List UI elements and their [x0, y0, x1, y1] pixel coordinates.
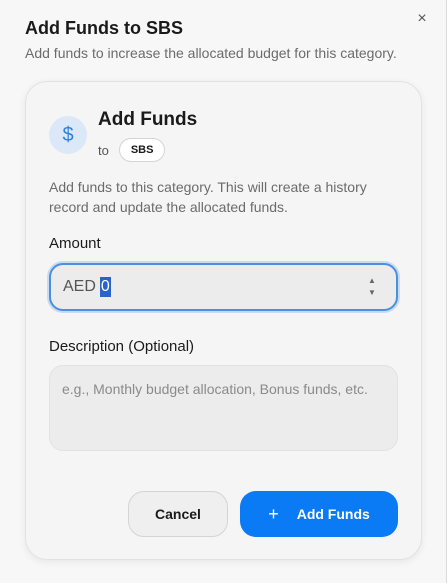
add-funds-button-label: Add Funds — [296, 506, 370, 522]
add-funds-card: $ Add Funds to SBS Add funds to this cat… — [25, 81, 422, 560]
dialog-title: Add Funds to SBS — [25, 18, 183, 38]
amount-stepper[interactable]: ▲ ▼ — [366, 276, 378, 298]
target-category-row: to SBS — [98, 138, 166, 162]
cancel-button-label: Cancel — [155, 506, 201, 522]
amount-currency: AED — [63, 278, 96, 295]
plus-icon: + — [268, 504, 279, 524]
cancel-button[interactable]: Cancel — [128, 491, 228, 537]
amount-value[interactable]: 0 — [99, 277, 111, 297]
close-icon[interactable]: × — [413, 10, 431, 28]
dialog-subtitle: Add funds to increase the allocated budg… — [25, 45, 397, 61]
description-textarea[interactable]: e.g., Monthly budget allocation, Bonus f… — [49, 365, 398, 451]
add-funds-button[interactable]: + Add Funds — [240, 491, 398, 537]
card-title: Add Funds — [98, 109, 198, 130]
stepper-up-icon[interactable]: ▲ — [368, 276, 376, 286]
card-description: Add funds to this category. This will cr… — [49, 179, 367, 215]
dollar-icon: $ — [49, 116, 87, 154]
amount-label: Amount — [49, 235, 101, 252]
amount-input[interactable]: AED 0 ▲ ▼ — [49, 263, 398, 311]
add-funds-dialog: × Add Funds to SBS Add funds to increase… — [0, 0, 447, 583]
to-label: to — [98, 142, 109, 158]
description-label: Description (Optional) — [49, 338, 195, 355]
stepper-down-icon[interactable]: ▼ — [368, 288, 376, 298]
category-chip: SBS — [118, 138, 166, 162]
